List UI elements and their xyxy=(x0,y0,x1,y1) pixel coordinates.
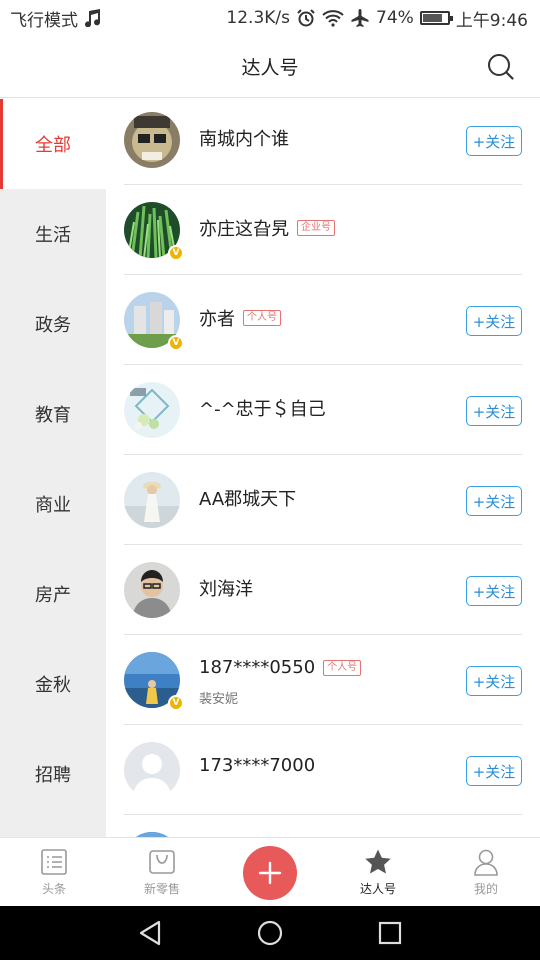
name-line: 187****0550 个人号 xyxy=(199,657,362,678)
name-line: 亦者 个人号 xyxy=(199,305,281,331)
tab-influencer[interactable]: 达人号 xyxy=(324,838,432,906)
tab-publish[interactable] xyxy=(216,838,324,906)
account-name: 亦庄这旮旯 xyxy=(199,219,289,240)
tab-headlines[interactable]: 头条 xyxy=(0,838,108,906)
page-title: 达人号 xyxy=(241,57,299,79)
category-label: 招聘 xyxy=(35,765,71,786)
category-item-education[interactable]: 教育 xyxy=(0,369,106,459)
net-speed: 12.3K/s xyxy=(226,8,291,28)
alarm-icon xyxy=(296,8,316,28)
wifi-icon xyxy=(322,9,344,27)
tab-label: 我的 xyxy=(473,882,498,896)
category-label: 全部 xyxy=(35,135,71,156)
list-icon xyxy=(40,848,68,876)
home-icon[interactable] xyxy=(253,916,287,950)
tab-label: 达人号 xyxy=(359,882,396,896)
name-line: 南城内个谁 xyxy=(199,125,289,151)
app-screen: 飞行模式 12.3K/s 74% 上午9:46 达人号 全部 生活 政务 教育 … xyxy=(0,0,540,960)
account-list[interactable]: 南城内个谁 +关注 V 亦庄这旮旯 企业号 V 亦者 个人号 +关注 ^-^忠于… xyxy=(106,99,540,837)
follow-button[interactable]: +关注 xyxy=(466,486,522,516)
follow-button[interactable]: +关注 xyxy=(466,126,522,156)
follow-button[interactable]: +关注 xyxy=(466,666,522,696)
verified-badge-icon: V xyxy=(168,695,184,711)
category-item-business[interactable]: 商业 xyxy=(0,459,106,549)
airplane-mode-label: 飞行模式 xyxy=(10,10,78,31)
category-label: 金秋 xyxy=(35,675,71,696)
follow-button[interactable]: +关注 xyxy=(466,576,522,606)
recents-icon[interactable] xyxy=(373,916,407,950)
category-label: 政务 xyxy=(35,315,71,336)
tab-new-retail[interactable]: 新零售 xyxy=(108,838,216,906)
star-icon xyxy=(364,848,392,876)
follow-button[interactable]: +关注 xyxy=(466,306,522,336)
name-line: 亦庄这旮旯 企业号 xyxy=(199,215,335,241)
account-name: AA郡城天下 xyxy=(199,489,297,510)
category-label: 商业 xyxy=(35,495,71,516)
list-item[interactable]: +关注 xyxy=(106,815,540,837)
search-icon[interactable] xyxy=(486,52,516,82)
clock: 上午9:46 xyxy=(455,10,528,31)
avatar xyxy=(124,112,180,168)
category-item-all[interactable]: 全部 xyxy=(0,99,106,189)
account-name: 173****7000 xyxy=(199,755,316,776)
category-item-real-estate[interactable]: 房产 xyxy=(0,549,106,639)
list-item[interactable]: ^-^忠于＄自己 +关注 xyxy=(106,365,540,455)
system-nav-bar xyxy=(0,906,540,960)
airplane-icon xyxy=(350,8,370,28)
category-item-life[interactable]: 生活 xyxy=(0,189,106,279)
account-name: ^-^忠于＄自己 xyxy=(199,399,326,420)
follow-button[interactable]: +关注 xyxy=(466,756,522,786)
name-line: AA郡城天下 xyxy=(199,485,296,511)
battery-percent: 74% xyxy=(376,8,414,28)
category-label: 房产 xyxy=(35,585,71,606)
category-label: 教育 xyxy=(35,405,71,426)
avatar xyxy=(124,742,180,798)
list-item[interactable]: V 亦庄这旮旯 企业号 xyxy=(106,185,540,275)
person-icon xyxy=(472,848,500,876)
category-sidebar: 全部 生活 政务 教育 商业 房产 金秋 招聘 xyxy=(0,99,106,837)
avatar xyxy=(124,562,180,618)
account-subtitle: 裴安妮 xyxy=(199,692,239,707)
account-name: 刘海洋 xyxy=(199,579,253,600)
name-line: ^-^忠于＄自己 xyxy=(199,395,326,421)
category-label: 生活 xyxy=(35,225,71,246)
page-header: 达人号 xyxy=(0,36,540,98)
list-item[interactable]: 173****7000 +关注 xyxy=(106,725,540,815)
tab-mine[interactable]: 我的 xyxy=(432,838,540,906)
avatar xyxy=(124,382,180,438)
back-icon[interactable] xyxy=(133,916,167,950)
follow-button[interactable]: +关注 xyxy=(466,396,522,426)
list-item[interactable]: 刘海洋 +关注 xyxy=(106,545,540,635)
account-name: 亦者 xyxy=(199,309,235,330)
category-item-jobs[interactable]: 招聘 xyxy=(0,729,106,819)
account-type-tag: 个人号 xyxy=(243,310,281,326)
account-name: 187****0550 xyxy=(199,657,316,678)
account-type-tag: 企业号 xyxy=(297,220,335,236)
status-bar: 飞行模式 12.3K/s 74% 上午9:46 xyxy=(0,0,540,36)
plus-icon[interactable] xyxy=(243,846,297,900)
avatar xyxy=(124,472,180,528)
list-item[interactable]: V 亦者 个人号 +关注 xyxy=(106,275,540,365)
verified-badge-icon: V xyxy=(168,335,184,351)
bottom-tab-bar: 头条 新零售 达人号 我的 xyxy=(0,837,540,906)
tab-label: 头条 xyxy=(41,882,66,896)
account-name: 南城内个谁 xyxy=(199,129,289,150)
name-line: 刘海洋 xyxy=(199,575,253,601)
name-line: 173****7000 xyxy=(199,755,315,776)
battery-icon xyxy=(419,11,453,25)
tab-label: 新零售 xyxy=(143,882,180,896)
list-item[interactable]: AA郡城天下 +关注 xyxy=(106,455,540,545)
list-item[interactable]: V 187****0550 个人号 裴安妮 +关注 xyxy=(106,635,540,725)
shopping-bag-icon xyxy=(148,848,176,876)
category-item-autumn[interactable]: 金秋 xyxy=(0,639,106,729)
music-note-icon xyxy=(84,9,100,27)
category-item-government[interactable]: 政务 xyxy=(0,279,106,369)
account-type-tag: 个人号 xyxy=(323,659,362,676)
verified-badge-icon: V xyxy=(168,245,184,261)
list-item[interactable]: 南城内个谁 +关注 xyxy=(106,99,540,185)
